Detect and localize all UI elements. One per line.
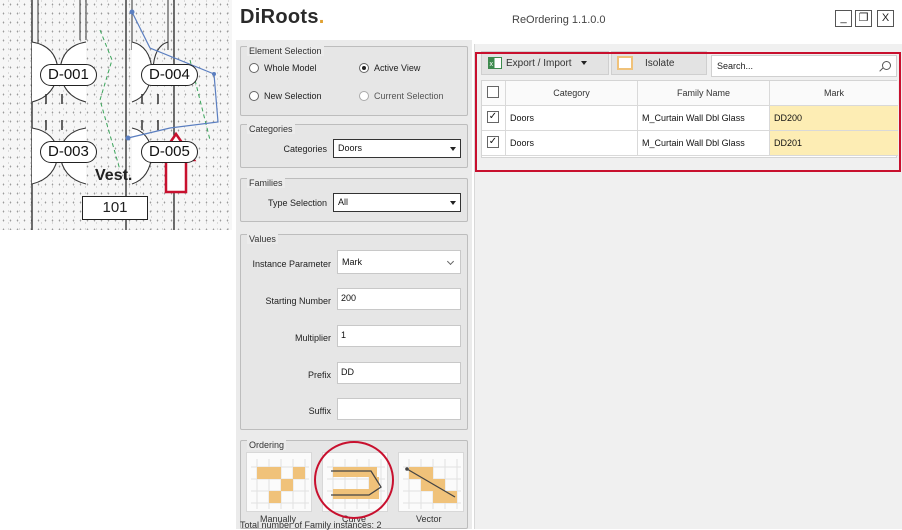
logo-dot: . (318, 6, 325, 28)
select-all-checkbox[interactable] (487, 86, 499, 98)
category-cell: Doors (506, 106, 638, 130)
ordering-vector-button[interactable] (398, 452, 464, 512)
isolate-icon (617, 56, 633, 70)
prefix-input[interactable]: DD (337, 362, 461, 384)
room-number-tag: 101 (82, 196, 148, 220)
grid-header: Category Family Name Mark (482, 81, 898, 106)
categories-dropdown[interactable]: Doors (333, 139, 461, 158)
multiplier-label: Multiplier (294, 333, 331, 343)
floor-plan-view: D-001 D-004 D-003 D-005 Vest. 101 (0, 0, 232, 230)
search-icon[interactable] (882, 61, 891, 70)
close-button[interactable]: X (877, 10, 894, 27)
select-all-cell (482, 81, 506, 105)
elements-panel: x Export / Import Isolate Search... Cate… (474, 44, 902, 529)
vector-order-icon (403, 459, 461, 509)
dropdown-value: Mark (342, 257, 362, 267)
manual-order-icon (251, 459, 309, 509)
multiplier-input[interactable]: 1 (337, 325, 461, 347)
radio-active-view[interactable]: Active View (359, 63, 420, 73)
column-header-family-name[interactable]: Family Name (638, 81, 770, 105)
chevron-down-icon (580, 61, 587, 65)
row-select-cell: ✓ (482, 106, 506, 130)
door-tag: D-005 (141, 141, 198, 163)
room-name: Vest. (95, 167, 133, 184)
door-tag: D-004 (141, 64, 198, 86)
minimize-button[interactable]: _ (835, 10, 852, 27)
excel-icon: x (488, 57, 502, 69)
radio-current-selection[interactable]: Current Selection (359, 91, 444, 101)
categories-group: Categories Categories Doors (240, 124, 468, 168)
group-label: Values (247, 234, 278, 244)
radio-whole-model[interactable]: Whole Model (249, 63, 317, 73)
starting-number-input[interactable]: 200 (337, 288, 461, 310)
values-group: Values Instance Parameter Mark Starting … (240, 234, 468, 430)
search-input[interactable]: Search... (711, 55, 897, 77)
element-selection-group: Element Selection Whole Model Active Vie… (240, 46, 468, 116)
dropdown-value: All (338, 197, 349, 207)
family-name-cell: M_Curtain Wall Dbl Glass (638, 106, 770, 130)
diroots-logo: DiRoots. (240, 6, 325, 29)
export-import-button[interactable]: x Export / Import (481, 51, 609, 75)
starting-number-label: Starting Number (265, 296, 331, 306)
radio-label: Current Selection (374, 91, 444, 101)
reordering-window: DiRoots. ReOrdering 1.1.0.0 _ ❐ X Elemen… (232, 0, 902, 530)
radio-indicator (359, 63, 369, 73)
dropdown-value: Doors (338, 143, 363, 153)
ordering-manually-button[interactable] (246, 452, 312, 512)
grid-toolbar: x Export / Import Isolate Search... (475, 48, 902, 78)
type-selection-dropdown[interactable]: All (333, 193, 461, 212)
table-row[interactable]: ✓ Doors M_Curtain Wall Dbl Glass DD200 (482, 106, 898, 131)
radio-label: New Selection (264, 91, 322, 101)
group-label: Families (247, 178, 285, 188)
radio-indicator (249, 91, 259, 101)
title-bar: DiRoots. ReOrdering 1.1.0.0 _ ❐ X (232, 0, 902, 38)
logo-text: DiRoots (240, 6, 319, 28)
prefix-label: Prefix (307, 370, 331, 380)
column-header-category[interactable]: Category (506, 81, 638, 105)
row-checkbox[interactable]: ✓ (487, 111, 499, 123)
category-cell: Doors (506, 131, 638, 155)
radio-new-selection[interactable]: New Selection (249, 91, 322, 101)
radio-label: Active View (374, 63, 421, 73)
curve-order-icon (327, 459, 385, 509)
svg-text:x: x (490, 61, 494, 68)
mark-cell[interactable]: DD201 (770, 131, 898, 155)
restore-button[interactable]: ❐ (855, 10, 872, 27)
chevron-down-icon (446, 257, 455, 266)
instance-parameter-label: Instance Parameter (252, 259, 331, 269)
row-select-cell: ✓ (482, 131, 506, 155)
column-header-mark[interactable]: Mark (770, 81, 898, 105)
table-row[interactable]: ✓ Doors M_Curtain Wall Dbl Glass DD201 (482, 131, 898, 156)
dropdown-arrow-icon (450, 201, 456, 205)
mark-cell[interactable]: DD200 (770, 106, 898, 130)
door-tag: D-001 (40, 64, 97, 86)
instance-parameter-dropdown[interactable]: Mark (337, 250, 461, 274)
door-tag: D-003 (40, 141, 97, 163)
ordering-caption: Vector (416, 514, 442, 524)
categories-label: Categories (283, 144, 327, 154)
elements-grid: Category Family Name Mark ✓ Doors M_Curt… (481, 80, 898, 158)
suffix-input[interactable] (337, 398, 461, 420)
suffix-label: Suffix (308, 406, 331, 416)
window-title: ReOrdering 1.1.0.0 (512, 14, 606, 26)
ordering-curve-button[interactable] (322, 452, 388, 512)
radio-indicator (359, 91, 369, 101)
radio-label: Whole Model (264, 63, 317, 73)
radio-indicator (249, 63, 259, 73)
isolate-button[interactable]: Isolate (611, 51, 707, 75)
group-label: Categories (247, 124, 295, 134)
dropdown-arrow-icon (450, 147, 456, 151)
group-label: Ordering (247, 440, 287, 450)
families-group: Families Type Selection All (240, 178, 468, 222)
type-selection-label: Type Selection (267, 198, 327, 208)
family-name-cell: M_Curtain Wall Dbl Glass (638, 131, 770, 155)
row-checkbox[interactable]: ✓ (487, 136, 499, 148)
isolate-label: Isolate (645, 57, 675, 69)
group-label: Element Selection (247, 46, 324, 56)
export-import-label: Export / Import (506, 57, 572, 69)
